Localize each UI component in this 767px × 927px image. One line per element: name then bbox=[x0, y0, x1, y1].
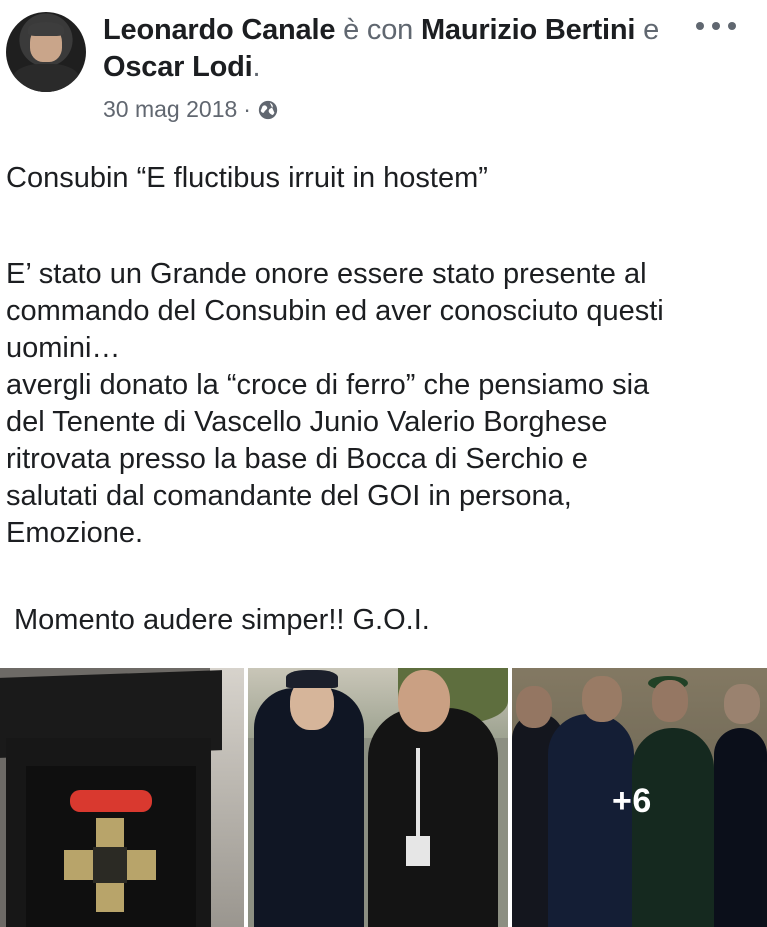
medal-ribbon bbox=[70, 790, 152, 812]
photo-group-more[interactable]: +6 bbox=[512, 668, 767, 927]
date-separator: · bbox=[243, 96, 251, 122]
avatar[interactable] bbox=[6, 12, 86, 92]
tagged-user-2[interactable]: Oscar Lodi bbox=[103, 51, 253, 83]
post-date[interactable]: 30 mag 2018 bbox=[103, 96, 237, 123]
tagged-user-1[interactable]: Maurizio Bertini bbox=[421, 14, 636, 46]
globe-icon bbox=[258, 100, 278, 119]
officer-cap bbox=[286, 670, 338, 688]
post-header: Leonardo Canale è con Maurizio Bertini e… bbox=[0, 0, 767, 140]
photo-iron-cross[interactable] bbox=[0, 668, 244, 927]
more-photos-count[interactable]: +6 bbox=[612, 782, 652, 821]
with-word: è con bbox=[343, 14, 414, 46]
dot bbox=[712, 22, 720, 30]
post-text: Consubin “E fluctibus irruit in hostem” … bbox=[6, 160, 756, 639]
dot bbox=[728, 22, 736, 30]
dot bbox=[696, 22, 704, 30]
photo-officer-and-man[interactable] bbox=[248, 668, 508, 927]
person-man-head bbox=[398, 670, 450, 732]
person-man bbox=[368, 708, 498, 927]
avatar-hair bbox=[28, 22, 64, 36]
avatar-shoulders bbox=[12, 64, 80, 92]
cross-center bbox=[93, 847, 127, 883]
id-badge bbox=[406, 836, 430, 866]
and-word: e bbox=[643, 14, 660, 46]
author-name[interactable]: Leonardo Canale bbox=[103, 14, 335, 46]
photo-grid: +6 bbox=[0, 668, 767, 927]
post-meta: 30 mag 2018 · bbox=[103, 96, 279, 123]
end-punctuation: . bbox=[252, 51, 261, 83]
more-options-icon[interactable] bbox=[696, 16, 736, 36]
post-paragraph-body: E’ stato un Grande onore essere stato pr… bbox=[6, 258, 664, 549]
post-paragraph-title: Consubin “E fluctibus irruit in hostem” bbox=[6, 162, 488, 194]
post-paragraph-closing: Momento audere simper!! G.O.I. bbox=[14, 604, 430, 636]
author-line: Leonardo Canale è con Maurizio Bertini e… bbox=[103, 12, 663, 86]
lanyard bbox=[416, 748, 420, 838]
